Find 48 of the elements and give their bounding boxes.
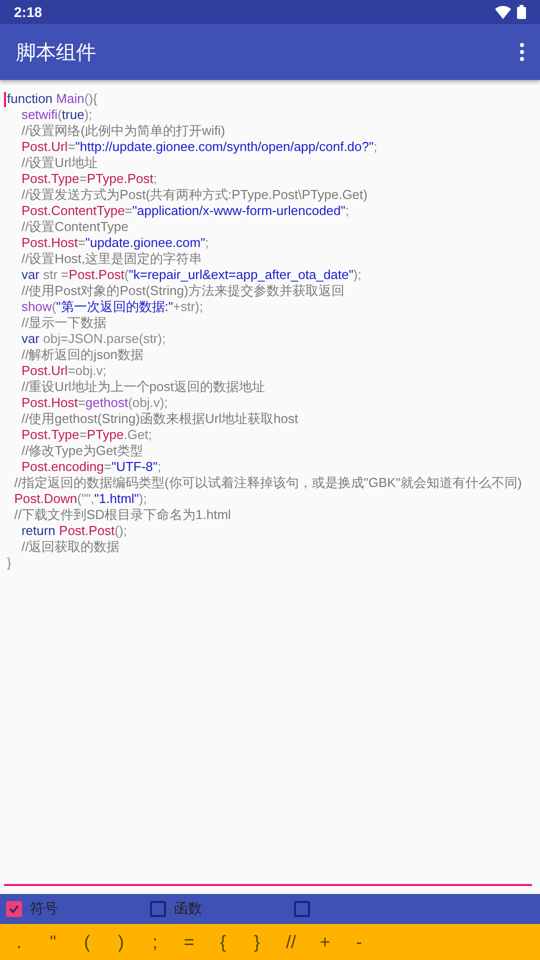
code-line: var obj=JSON.parse(str); <box>20 331 167 347</box>
code-line: function Main(){ <box>7 91 98 107</box>
code-line: //修改Type为Get类型 <box>20 443 144 459</box>
code-line: Post.ContentType="application/x-www-form-urlencoded"; <box>20 203 350 219</box>
code-line: //使用gethost(String)函数来根据Url地址获取host <box>20 411 300 427</box>
code-line: Post.encoding="UTF-8"; <box>20 459 162 475</box>
text-cursor <box>4 92 6 107</box>
code-line: //显示一下数据 <box>20 315 108 331</box>
code-line: //设置Host,这里是固定的字符串 <box>20 251 204 267</box>
symbol-key[interactable]: " <box>36 932 70 952</box>
symbol-key[interactable]: { <box>206 932 240 952</box>
code-line: return Post.Post(); <box>20 523 128 539</box>
wifi-icon <box>495 6 511 18</box>
toolbar-title: 脚本组件 <box>16 40 96 66</box>
code-line: Post.Down("","1.html"); <box>13 491 148 507</box>
code-line: //设置ContentType <box>20 219 130 235</box>
code-line: Post.Host="update.gionee.com"; <box>20 235 210 251</box>
symbol-key[interactable]: ( <box>70 932 104 952</box>
symbol-key[interactable]: . <box>2 932 36 952</box>
symbol-key[interactable]: // <box>274 932 308 952</box>
code-line: //设置Url地址 <box>20 155 98 171</box>
code-line: Post.Url="http://update.gionee.com/synth/open/app/conf.do?"; <box>20 139 378 155</box>
code-line: Post.Url=obj.v; <box>20 363 108 379</box>
symbol-key[interactable]: ) <box>104 932 138 952</box>
code-line: Post.Type=PType.Post; <box>20 171 158 187</box>
code-line: Post.Host=gethost(obj.v); <box>20 395 169 411</box>
more-vertical-icon[interactable] <box>520 43 524 61</box>
battery-icon <box>517 5 526 19</box>
symbol-key[interactable]: - <box>342 932 376 952</box>
symbol-key[interactable]: ; <box>138 932 172 952</box>
code-line: } <box>7 555 12 571</box>
code-line: //重设Url地址为上一个post返回的数据地址 <box>20 379 266 395</box>
symbol-key[interactable]: = <box>172 932 206 952</box>
checkmark-icon <box>9 905 19 913</box>
code-line: //设置网络(此例中为简单的打开wifi) <box>20 123 226 139</box>
clock-time: 2:18 <box>14 4 42 20</box>
code-line: //返回获取的数据 <box>20 539 121 555</box>
code-line: Post.Type=PType.Get; <box>20 427 153 443</box>
code-line: setwifi(true); <box>20 107 94 123</box>
code-line: //解析返回的json数据 <box>20 347 145 363</box>
code-line: //指定返回的数据编码类型(你可以试着注释掉该句，或是换成"GBK"就会知道有什么不同) <box>13 475 523 491</box>
symbol-key[interactable]: } <box>240 932 274 952</box>
code-line: //设置发送方式为Post(共有两种方式:PType.Post\PType.Get) <box>20 187 368 203</box>
code-line: //下载文件到SD根目录下命名为1.html <box>13 507 232 523</box>
code-line: var str =Post.Post("k=repair_url&ext=app_after_ota_date"); <box>20 267 362 283</box>
code-line: show("第一次返回的数据:"+str); <box>20 299 204 315</box>
symbol-key[interactable]: + <box>308 932 342 952</box>
code-line: //使用Post对象的Post(String)方法来提交参数并获取返回 <box>20 283 346 299</box>
